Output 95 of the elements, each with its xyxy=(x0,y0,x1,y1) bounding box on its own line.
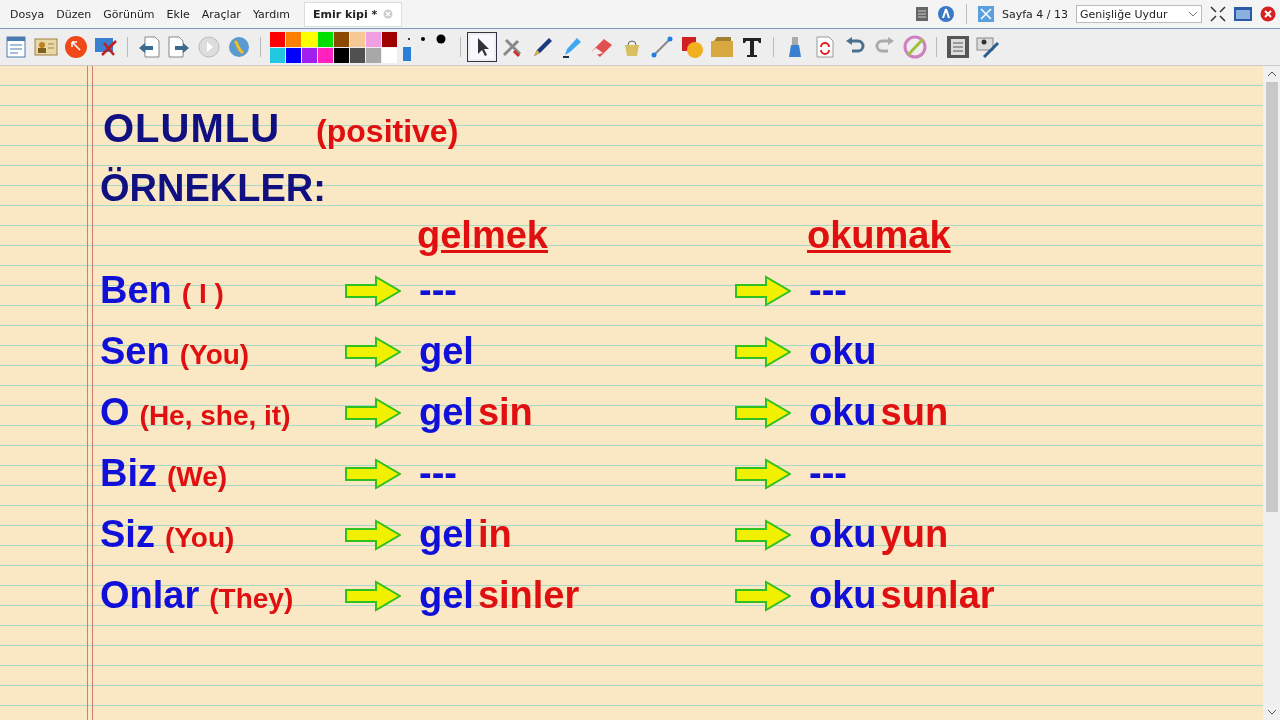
close-icon[interactable] xyxy=(1260,6,1276,22)
line-tool-icon[interactable] xyxy=(650,35,674,59)
color-swatch[interactable] xyxy=(382,47,397,63)
arrow-icon xyxy=(345,457,401,490)
color-swatch[interactable] xyxy=(382,31,397,47)
shapes-icon[interactable] xyxy=(680,35,704,59)
pronoun-gloss: (They) xyxy=(209,583,294,615)
verb-heading: gelmek xyxy=(417,213,548,258)
pronoun: Sen xyxy=(100,330,170,373)
contact-card-icon[interactable] xyxy=(34,35,58,59)
fullscreen-icon[interactable] xyxy=(1210,6,1226,22)
menu-item[interactable]: Görünüm xyxy=(101,7,157,21)
select-cursor-icon[interactable] xyxy=(470,35,494,59)
scroll-up-icon[interactable] xyxy=(1266,70,1277,78)
subheading: ÖRNEKLER: xyxy=(100,167,327,210)
verb-suffix: sunlar xyxy=(880,574,995,617)
verb-suffix: sinler xyxy=(477,574,580,617)
color-swatch[interactable] xyxy=(366,47,381,63)
verb-stem: --- xyxy=(809,269,847,312)
notes-icon[interactable] xyxy=(946,35,970,59)
page-indicator: Sayfa 4 / 13 xyxy=(1001,7,1068,21)
window-icon[interactable] xyxy=(1234,7,1252,21)
color-swatch[interactable] xyxy=(366,31,381,47)
menu-item[interactable]: Araçlar xyxy=(199,7,243,21)
arrow-icon xyxy=(345,518,401,551)
verb-suffix: yun xyxy=(880,513,949,556)
pronoun: Onlar xyxy=(100,574,200,617)
verb-suffix: in xyxy=(477,513,512,556)
color-swatch[interactable] xyxy=(350,31,365,47)
pronoun-gloss: (We) xyxy=(167,461,228,493)
media-folder-icon[interactable] xyxy=(710,35,734,59)
zoom-select[interactable]: Genişliğe Uydur xyxy=(1076,5,1202,23)
verb-stem: --- xyxy=(419,269,457,312)
verb-stem: gel xyxy=(419,391,474,434)
verb-stem: oku xyxy=(809,574,877,617)
verb-stem: gel xyxy=(419,330,474,373)
color-swatch[interactable] xyxy=(270,47,285,63)
color-swatch[interactable] xyxy=(270,31,285,47)
color-swatch[interactable] xyxy=(302,31,317,47)
caret-icon[interactable] xyxy=(1188,10,1198,18)
arrow-icon xyxy=(735,457,791,490)
color-swatch[interactable] xyxy=(286,47,301,63)
verb-heading: okumak xyxy=(807,213,951,258)
document-tab[interactable]: Emir kipi * xyxy=(303,1,403,27)
verb-suffix: sun xyxy=(880,391,949,434)
arrow-icon xyxy=(345,396,401,429)
verb-stem: gel xyxy=(419,513,474,556)
color-swatch[interactable] xyxy=(334,47,349,63)
highlighter-icon[interactable] xyxy=(560,35,584,59)
arrow-icon xyxy=(345,335,401,368)
menu-item[interactable]: Yardım xyxy=(250,7,292,21)
document-icon[interactable] xyxy=(914,6,929,22)
user-pen-icon[interactable] xyxy=(976,35,1000,59)
verb-stem: --- xyxy=(419,452,457,495)
pronoun: Biz xyxy=(100,452,157,495)
pronoun-gloss: (You) xyxy=(179,339,250,371)
pronoun-gloss: (He, she, it) xyxy=(139,400,291,432)
verb-stem: oku xyxy=(809,330,877,373)
color-swatch[interactable] xyxy=(318,31,333,47)
scrollbar[interactable] xyxy=(1263,66,1280,720)
arrow-icon xyxy=(345,274,401,307)
menu-item[interactable]: Düzen xyxy=(54,7,94,21)
text-tool-icon[interactable] xyxy=(740,35,764,59)
color-swatch[interactable] xyxy=(302,47,317,63)
color-swatch[interactable] xyxy=(318,47,333,63)
verb-stem: oku xyxy=(809,391,877,434)
heading: OLUMLU xyxy=(103,106,281,151)
pronoun: Ben xyxy=(100,269,172,312)
verb-stem: --- xyxy=(809,452,847,495)
menu-item[interactable]: Ekle xyxy=(164,7,192,21)
verb-stem: gel xyxy=(419,574,474,617)
menu-item[interactable]: Dosya xyxy=(8,7,47,21)
pronoun-gloss: (You) xyxy=(164,522,235,554)
color-swatch[interactable] xyxy=(350,47,365,63)
page-list-icon[interactable] xyxy=(4,35,28,59)
heading-note: (positive) xyxy=(316,113,459,150)
previous-page-icon[interactable] xyxy=(137,35,161,59)
arrow-icon xyxy=(735,274,791,307)
arrow-icon xyxy=(735,396,791,429)
arrow-icon xyxy=(735,518,791,551)
color-swatch[interactable] xyxy=(286,31,301,47)
arrow-icon xyxy=(735,579,791,612)
pronoun-gloss: ( I ) xyxy=(181,278,224,310)
scroll-down-icon[interactable] xyxy=(1266,708,1277,716)
next-page-icon[interactable] xyxy=(167,35,191,59)
pronoun: O xyxy=(100,391,130,434)
pen-circle-icon[interactable] xyxy=(936,5,955,23)
verb-suffix: sin xyxy=(477,391,533,434)
refresh-page-icon[interactable] xyxy=(813,35,837,59)
arrow-icon xyxy=(345,579,401,612)
color-swatch[interactable] xyxy=(334,31,349,47)
pronoun: Siz xyxy=(100,513,155,556)
arrow-icon xyxy=(735,335,791,368)
verb-stem: oku xyxy=(809,513,877,556)
pointer-circle-icon[interactable] xyxy=(64,35,88,59)
